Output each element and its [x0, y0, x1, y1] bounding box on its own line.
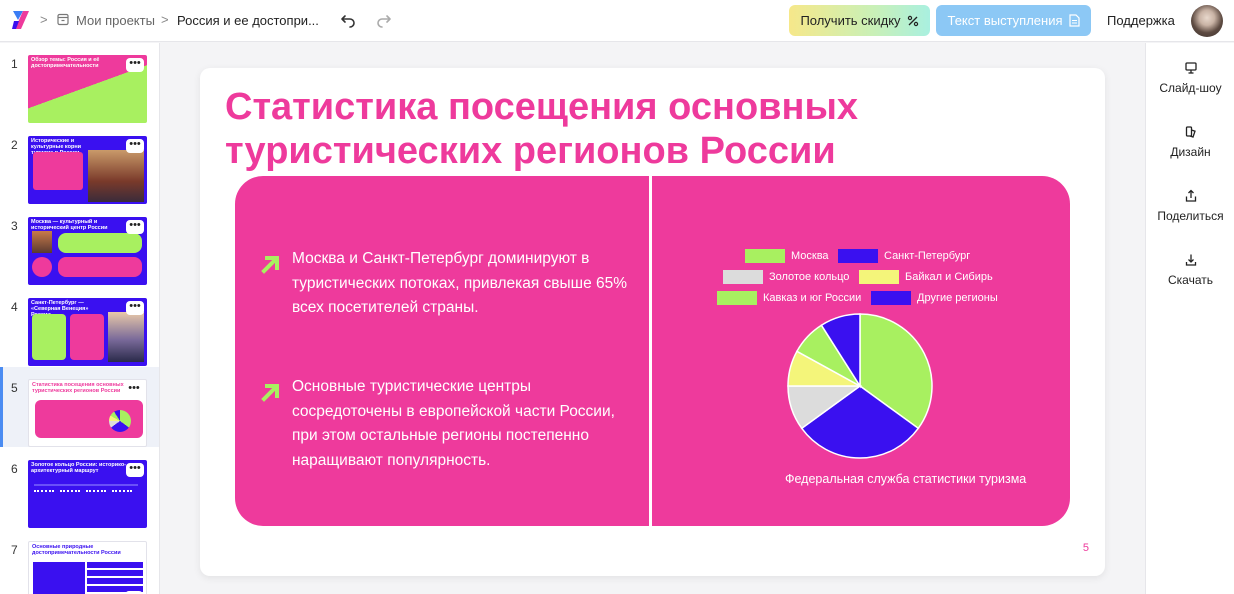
design-label: Дизайн	[1170, 145, 1211, 159]
slide-number: 3	[11, 219, 18, 233]
legend-item: Золотое кольцо	[723, 270, 849, 284]
breadcrumb-separator: >	[161, 12, 169, 27]
thumbnail-preview: Исторические и культурные корни туризма …	[28, 136, 147, 204]
more-options-icon[interactable]: •••	[125, 383, 143, 397]
thumbnail-title: Золотое кольцо России: историко-архитект…	[31, 462, 127, 474]
slide-thumbnail-4[interactable]: 4 Санкт-Петербург — «Северная Венеция» Р…	[0, 286, 159, 366]
user-avatar[interactable]	[1191, 5, 1223, 37]
legend-label: Санкт-Петербург	[884, 250, 971, 262]
redo-icon[interactable]	[376, 12, 392, 28]
more-options-icon[interactable]: •••	[126, 58, 144, 72]
undo-icon[interactable]	[340, 12, 356, 28]
percent-icon	[907, 15, 918, 26]
slide-thumbnail-3[interactable]: 3 Москва — культурный и исторический цен…	[0, 205, 159, 285]
slide-number: 5	[11, 381, 18, 395]
thumbnail-title: Обзор темы: Россия и её достопримечатель…	[31, 57, 100, 69]
top-bar: > Мои проекты > Россия и ее достопри... …	[0, 0, 1234, 42]
slide-number: 4	[11, 300, 18, 314]
legend-item: Байкал и Сибирь	[859, 270, 993, 284]
legend-label: Кавказ и юг России	[763, 292, 862, 304]
slide-number: 7	[11, 543, 18, 557]
legend-item: Санкт-Петербург	[838, 249, 970, 263]
legend-swatch	[838, 249, 878, 263]
slide-number: 2	[11, 138, 18, 152]
folder-icon	[57, 13, 69, 26]
thumbnail-preview: Обзор темы: Россия и её достопримечатель…	[28, 55, 147, 123]
more-options-icon[interactable]: •••	[126, 220, 144, 234]
app-logo-icon[interactable]	[10, 9, 32, 31]
thumbnail-preview: Золотое кольцо России: историко-архитект…	[28, 460, 147, 528]
arrow-up-right-icon	[261, 256, 279, 274]
legend-item: Другие регионы	[871, 291, 998, 305]
legend-swatch	[745, 249, 785, 263]
legend-swatch	[717, 291, 757, 305]
pie-chart	[787, 313, 933, 459]
slideshow-label: Слайд-шоу	[1159, 81, 1222, 95]
slide-thumbnail-6[interactable]: 6 Золотое кольцо России: историко-архите…	[0, 448, 159, 528]
right-tool-panel: Слайд-шоу Дизайн Поделиться Скачать	[1145, 43, 1234, 594]
legend-item: Москва	[745, 249, 829, 263]
chart-source: Федеральная служба статистики туризма	[785, 472, 1027, 486]
arrow-up-right-icon	[261, 384, 279, 402]
support-link[interactable]: Поддержка	[1107, 13, 1175, 28]
download-icon	[1185, 254, 1196, 266]
more-options-icon[interactable]: •••	[126, 139, 144, 153]
slide-canvas[interactable]: Статистика посещения основных туристичес…	[200, 68, 1105, 576]
breadcrumb-separator: >	[40, 12, 48, 27]
legend-label: Золотое кольцо	[769, 271, 850, 283]
legend-swatch	[859, 270, 899, 284]
speech-text-label: Текст выступления	[947, 13, 1063, 28]
legend-item: Кавказ и юг России	[717, 291, 861, 305]
slide-thumbnail-2[interactable]: 2 Исторические и культурные корни туризм…	[0, 124, 159, 204]
breadcrumb-projects[interactable]: Мои проекты	[76, 13, 155, 28]
slide-title[interactable]: Статистика посещения основных туристичес…	[225, 85, 1065, 173]
thumbnail-preview: Москва — культурный и исторический центр…	[28, 217, 147, 285]
get-discount-button[interactable]: Получить скидку	[789, 5, 930, 36]
slide-thumbnail-5[interactable]: 5 Статистика посещения основных туристич…	[0, 367, 159, 447]
monitor-icon	[1184, 62, 1197, 74]
slide-thumbnail-1[interactable]: 1 Обзор темы: Россия и её достопримечате…	[0, 43, 159, 123]
thumbnail-preview: Санкт-Петербург — «Северная Венеция» Рос…	[28, 298, 147, 366]
get-discount-label: Получить скидку	[800, 13, 901, 28]
breadcrumb-document-title[interactable]: Россия и ее достопри...	[177, 13, 319, 28]
thumbnail-title: Основные природные достопримечательности…	[32, 544, 121, 556]
slide-thumbnail-7[interactable]: 7 Основные природные достопримечательнос…	[0, 529, 159, 594]
thumbnail-preview: Основные природные достопримечательности…	[28, 541, 147, 594]
slide-number: 1	[11, 57, 18, 71]
document-icon	[1068, 14, 1080, 27]
legend-label: Байкал и Сибирь	[905, 271, 993, 283]
share-label: Поделиться	[1157, 209, 1224, 223]
slide-number: 6	[11, 462, 18, 476]
download-button[interactable]: Скачать	[1146, 253, 1234, 287]
share-button[interactable]: Поделиться	[1146, 189, 1234, 223]
slideshow-button[interactable]: Слайд-шоу	[1146, 61, 1234, 95]
design-button[interactable]: Дизайн	[1146, 125, 1234, 159]
thumbnail-title: Статистика посещения основных туристичес…	[32, 382, 124, 394]
download-label: Скачать	[1168, 273, 1213, 287]
speech-text-button[interactable]: Текст выступления	[936, 5, 1091, 36]
more-options-icon[interactable]: •••	[126, 463, 144, 477]
thumbnail-preview: Статистика посещения основных туристичес…	[28, 379, 147, 447]
design-icon	[1185, 126, 1196, 138]
panel-divider	[649, 176, 652, 526]
thumbnail-title: Москва — культурный и исторический центр…	[31, 219, 108, 231]
bullet-text: Основные туристические центры сосредоточ…	[292, 378, 615, 469]
more-options-icon[interactable]: •••	[126, 301, 144, 315]
slide-number-label: 5	[1082, 542, 1089, 554]
share-icon	[1185, 189, 1196, 202]
legend-label: Другие регионы	[917, 292, 998, 304]
legend-swatch	[871, 291, 911, 305]
bullet-text: Москва и Санкт-Петербург доминируют в ту…	[292, 250, 628, 316]
slide-thumbnails-sidebar: 1 Обзор темы: Россия и её достопримечате…	[0, 43, 160, 594]
legend-swatch	[723, 270, 763, 284]
content-panel: Москва и Санкт-Петербург доминируют в ту…	[235, 176, 1070, 526]
legend-label: Москва	[791, 250, 829, 262]
